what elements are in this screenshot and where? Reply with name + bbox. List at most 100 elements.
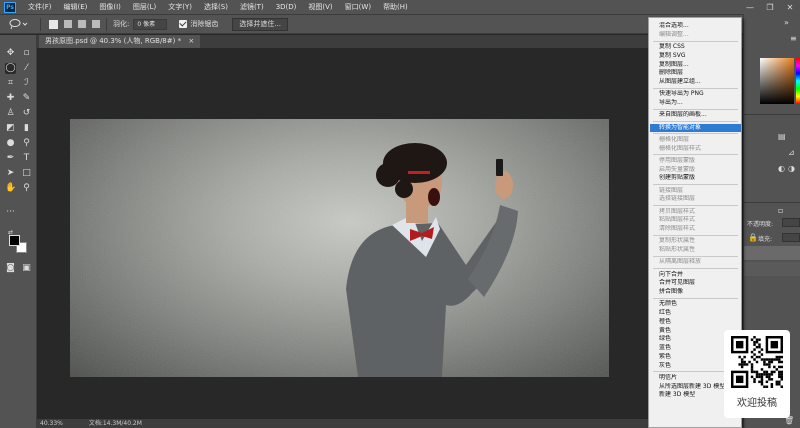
close-tab-icon[interactable]: ×: [188, 37, 194, 45]
context-menu-item[interactable]: 清除图层样式: [659, 225, 741, 233]
restore-button[interactable]: ❐: [760, 0, 780, 14]
context-menu-item[interactable]: 选择链接图层: [659, 195, 741, 203]
photo-canvas[interactable]: [70, 119, 609, 377]
context-menu-item[interactable]: 红色: [659, 309, 741, 317]
menu-help[interactable]: 帮助(H): [377, 2, 414, 12]
quick-mask-icon[interactable]: ◙: [5, 263, 16, 274]
pen-tool-icon[interactable]: ✒: [5, 153, 16, 164]
menu-3d[interactable]: 3D(D): [270, 3, 303, 11]
context-menu-separator: [653, 40, 738, 42]
history-brush-icon[interactable]: ↺: [21, 108, 32, 119]
document-tab-strip: 男孩原图.psd @ 40.3% (人物, RGB/8#) * ×: [37, 35, 743, 48]
context-menu-item[interactable]: 复制 CSS: [659, 43, 741, 51]
artboard-tool-icon[interactable]: ▫: [21, 48, 32, 59]
context-menu-item[interactable]: 编辑调整...: [659, 31, 741, 39]
hand-tool-icon[interactable]: ✋: [5, 183, 16, 194]
context-menu-item[interactable]: 复制图层...: [659, 61, 741, 69]
subtract-from-selection-icon[interactable]: [78, 20, 86, 28]
fill-field[interactable]: [782, 233, 800, 242]
path-selection-icon[interactable]: ➤: [5, 168, 16, 179]
menu-layer[interactable]: 图层(L): [127, 2, 162, 12]
context-menu-item[interactable]: 快速导出为 PNG: [659, 90, 741, 98]
document-area: 男孩原图.psd @ 40.3% (人物, RGB/8#) * × 40.33%…: [37, 35, 743, 428]
color-picker-field[interactable]: [760, 58, 794, 104]
opacity-field[interactable]: [782, 218, 800, 227]
context-menu-item[interactable]: 无颜色: [659, 300, 741, 308]
menu-filter[interactable]: 滤镜(T): [234, 2, 270, 12]
panel-menu-icon[interactable]: ≡: [790, 34, 797, 43]
minimize-button[interactable]: —: [740, 0, 760, 14]
context-menu-item[interactable]: 拼合图像: [659, 288, 741, 296]
context-menu-item[interactable]: 粘贴图层样式: [659, 216, 741, 224]
document-tab[interactable]: 男孩原图.psd @ 40.3% (人物, RGB/8#) * ×: [39, 35, 201, 48]
menu-window[interactable]: 窗口(W): [339, 2, 377, 12]
foreground-color-swatch[interactable]: [9, 235, 20, 246]
layer-row[interactable]: [744, 262, 800, 276]
brush-tool-icon[interactable]: ✎: [21, 93, 32, 104]
context-menu-item[interactable]: 向下合并: [659, 271, 741, 279]
context-menu-item[interactable]: 从图层建立组...: [659, 78, 741, 86]
menu-select[interactable]: 选择(S): [198, 2, 234, 12]
context-menu-item[interactable]: 链接图层: [659, 187, 741, 195]
context-menu-item[interactable]: 粘贴形状属性: [659, 246, 741, 254]
context-menu-item[interactable]: 删除图层: [659, 69, 741, 77]
new-selection-icon[interactable]: [49, 19, 58, 29]
menu-file[interactable]: 文件(F): [22, 2, 58, 12]
zoom-tool-icon[interactable]: ⚲: [21, 183, 32, 194]
lock-icon[interactable]: 🔒: [748, 233, 758, 242]
screen-mode-icon[interactable]: ▣: [21, 263, 32, 274]
feather-input[interactable]: 0 像素: [133, 18, 168, 30]
rectangle-tool-icon[interactable]: □: [21, 168, 32, 179]
hue-slider[interactable]: [796, 58, 800, 104]
healing-brush-icon[interactable]: ✚: [5, 93, 16, 104]
collapse-panels-icon[interactable]: »: [784, 18, 789, 27]
magic-wand-icon[interactable]: ⁄: [21, 63, 32, 74]
eyedropper-icon[interactable]: ℐ: [21, 78, 32, 89]
context-menu-separator: [653, 121, 738, 122]
dodge-tool-icon[interactable]: ⚲: [21, 138, 32, 149]
context-menu-item[interactable]: 拷贝图层样式: [659, 208, 741, 216]
context-menu-item[interactable]: 栅格化图层样式: [659, 145, 741, 153]
select-and-mask-button[interactable]: 选择并遮住...: [232, 17, 289, 31]
close-button[interactable]: ✕: [780, 0, 800, 14]
add-to-selection-icon[interactable]: [64, 20, 72, 28]
layer-row-selected[interactable]: [744, 246, 800, 260]
context-menu-item[interactable]: 复制 SVG: [659, 52, 741, 60]
context-menu-item[interactable]: 复制形状属性: [659, 237, 741, 245]
move-tool-icon[interactable]: ✥: [5, 48, 16, 59]
status-bar: 40.33% 文档:14.3M/40.2M: [37, 419, 743, 428]
adjustments-icon[interactable]: ▤: [778, 132, 786, 141]
menu-view[interactable]: 视图(V): [302, 2, 338, 12]
menu-type[interactable]: 文字(Y): [162, 2, 198, 12]
context-menu-item[interactable]: 来自图层的画板...: [659, 111, 741, 119]
antialias-checkbox[interactable]: [179, 20, 188, 28]
type-tool-icon[interactable]: T: [21, 153, 32, 164]
context-menu-item[interactable]: 启用矢量蒙版: [659, 166, 741, 174]
menu-image[interactable]: 图像(I): [93, 2, 127, 12]
context-menu-item[interactable]: 栅格化图层: [659, 136, 741, 144]
context-menu-item[interactable]: 合并可见图层: [659, 279, 741, 287]
gradient-tool-icon[interactable]: ▮: [21, 123, 32, 134]
context-menu-item[interactable]: 混合选项...: [659, 22, 741, 30]
context-menu-item[interactable]: 转换为智能对象: [650, 123, 741, 132]
canvas-pasteboard[interactable]: [37, 48, 743, 419]
intersect-selection-icon[interactable]: [92, 20, 100, 28]
lasso-tool-preset-picker[interactable]: [8, 17, 34, 31]
hue-saturation-icon[interactable]: ◐: [778, 164, 785, 173]
blur-tool-icon[interactable]: ●: [5, 138, 16, 149]
zoom-level[interactable]: 40.33%: [40, 420, 63, 427]
lasso-tool-icon[interactable]: ◯: [5, 63, 16, 74]
context-menu-item[interactable]: 停用图层蒙版: [659, 157, 741, 165]
crop-tool-icon[interactable]: ⌗: [5, 78, 16, 89]
context-menu-item[interactable]: 导出为...: [659, 99, 741, 107]
color-balance-icon[interactable]: ◑: [788, 164, 795, 173]
curves-icon[interactable]: ⊿: [788, 148, 795, 157]
context-menu-item[interactable]: 橙色: [659, 318, 741, 326]
context-menu-item[interactable]: 从隔离图层释放: [659, 258, 741, 266]
context-menu-item[interactable]: 创建剪贴蒙版: [659, 174, 741, 182]
menu-edit[interactable]: 编辑(E): [58, 2, 94, 12]
eraser-icon[interactable]: ◩: [5, 123, 16, 134]
clone-stamp-icon[interactable]: ♙: [5, 108, 16, 119]
more-tools-icon[interactable]: ···: [5, 207, 16, 218]
layer-filter-icon[interactable]: ▫: [778, 206, 783, 215]
